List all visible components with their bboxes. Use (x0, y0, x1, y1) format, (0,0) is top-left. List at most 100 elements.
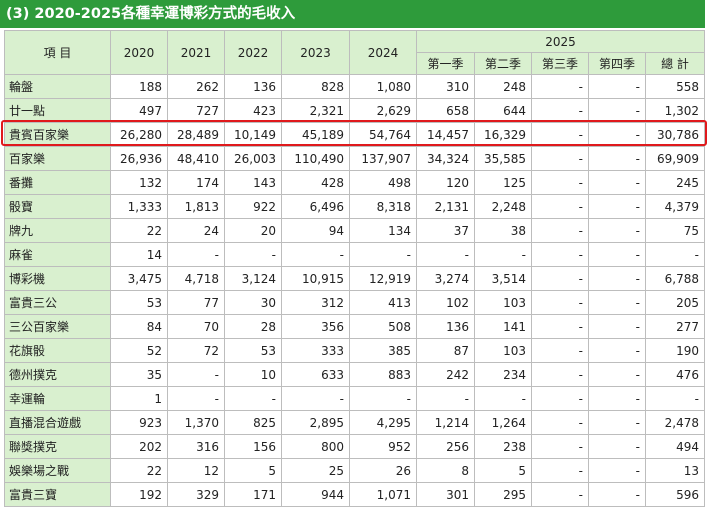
value-cell: - (531, 266, 589, 291)
value-cell: 2,895 (281, 410, 350, 435)
value-cell: 238 (474, 434, 532, 459)
value-cell: 48,410 (167, 146, 225, 171)
value-cell: 248 (474, 74, 532, 99)
value-cell: 134 (349, 218, 417, 243)
value-cell: 3,274 (416, 266, 475, 291)
value-cell: 38 (474, 218, 532, 243)
year-header: 2020 (110, 30, 168, 75)
value-cell: - (531, 218, 589, 243)
value-cell: 10 (224, 362, 282, 387)
year-header: 2024 (349, 30, 417, 75)
value-cell: - (531, 482, 589, 507)
row-label: 花旗骰 (4, 338, 111, 363)
value-cell: 141 (474, 314, 532, 339)
value-cell: 2,629 (349, 98, 417, 123)
value-cell: 883 (349, 362, 417, 387)
value-cell: - (588, 362, 646, 387)
row-label: 聯獎撲克 (4, 434, 111, 459)
value-cell: 103 (474, 338, 532, 363)
total-cell: 4,379 (645, 194, 705, 219)
value-cell: 52 (110, 338, 168, 363)
value-cell: - (167, 362, 225, 387)
value-cell: 25 (281, 458, 350, 483)
value-cell: - (588, 458, 646, 483)
value-cell: - (531, 362, 589, 387)
value-cell: 87 (416, 338, 475, 363)
value-cell: 633 (281, 362, 350, 387)
value-cell: 2,248 (474, 194, 532, 219)
value-cell: 192 (110, 482, 168, 507)
value-cell: 1,080 (349, 74, 417, 99)
table-row: 廿一點 497 727 423 2,321 2,629 658 644- -1,302 (4, 98, 705, 123)
total-cell: 494 (645, 434, 705, 459)
value-cell: 1,370 (167, 410, 225, 435)
value-cell: 944 (281, 482, 350, 507)
value-cell: 171 (224, 482, 282, 507)
page: (3) 2020-2025各種幸運博彩方式的毛收入 項 目 2020 2021 … (0, 0, 710, 512)
value-cell: - (349, 386, 417, 411)
value-cell: 37 (416, 218, 475, 243)
value-cell: 8,318 (349, 194, 417, 219)
value-cell: - (167, 386, 225, 411)
total-cell: 476 (645, 362, 705, 387)
value-cell: 94 (281, 218, 350, 243)
value-cell: 310 (416, 74, 475, 99)
year-header: 2022 (224, 30, 282, 75)
value-cell: - (588, 98, 646, 123)
value-cell: 8 (416, 458, 475, 483)
value-cell: - (531, 98, 589, 123)
value-cell: - (281, 386, 350, 411)
value-cell: 84 (110, 314, 168, 339)
header-row-1: 項 目 2020 2021 2022 2023 2024 2025 (4, 30, 705, 75)
value-cell: 53 (110, 290, 168, 315)
row-label: 番攤 (4, 170, 111, 195)
value-cell: - (224, 242, 282, 267)
value-cell: 136 (416, 314, 475, 339)
total-cell: 13 (645, 458, 705, 483)
value-cell: 312 (281, 290, 350, 315)
value-cell: 5 (224, 458, 282, 483)
value-cell: 5 (474, 458, 532, 483)
value-cell: - (531, 170, 589, 195)
value-cell: 35 (110, 362, 168, 387)
value-cell: 136 (224, 74, 282, 99)
value-cell: 12 (167, 458, 225, 483)
value-cell: - (349, 242, 417, 267)
value-cell: - (531, 194, 589, 219)
value-cell: 10,915 (281, 266, 350, 291)
value-cell: 202 (110, 434, 168, 459)
row-label: 三公百家樂 (4, 314, 111, 339)
row-label: 輪盤 (4, 74, 111, 99)
value-cell: - (531, 290, 589, 315)
value-cell: 242 (416, 362, 475, 387)
value-cell: 125 (474, 170, 532, 195)
table-row: 娛樂場之戰 22 12 5 25 26 8 5- -13 (4, 458, 705, 483)
value-cell: 12,919 (349, 266, 417, 291)
table-row: 貴賓百家樂 26,280 28,489 10,149 45,189 54,764 14,45… (4, 122, 705, 147)
table-row: 骰寶 1,333 1,813 922 6,496 8,318 2,131 2,248- -4,3… (4, 194, 705, 219)
value-cell: 428 (281, 170, 350, 195)
value-cell: - (531, 74, 589, 99)
value-cell: - (531, 458, 589, 483)
row-label: 百家樂 (4, 146, 111, 171)
value-cell: 1,071 (349, 482, 417, 507)
table-row: 花旗骰 52 72 53 333 385 87 103- -190 (4, 338, 705, 363)
row-label: 麻雀 (4, 242, 111, 267)
value-cell: 3,514 (474, 266, 532, 291)
value-cell: - (588, 410, 646, 435)
value-cell: 413 (349, 290, 417, 315)
value-cell: 26,280 (110, 122, 168, 147)
value-cell: - (588, 386, 646, 411)
total-cell: 2,478 (645, 410, 705, 435)
total-cell: 1,302 (645, 98, 705, 123)
value-cell: 110,490 (281, 146, 350, 171)
total-cell: - (645, 242, 705, 267)
value-cell: 22 (110, 458, 168, 483)
quarter-header: 第一季 (416, 52, 475, 75)
value-cell: 14,457 (416, 122, 475, 147)
gross-revenue-table: 項 目 2020 2021 2022 2023 2024 2025 第一季 第二… (4, 30, 705, 507)
value-cell: - (588, 482, 646, 507)
value-cell: 1,813 (167, 194, 225, 219)
value-cell: - (588, 146, 646, 171)
row-label: 幸運輪 (4, 386, 111, 411)
